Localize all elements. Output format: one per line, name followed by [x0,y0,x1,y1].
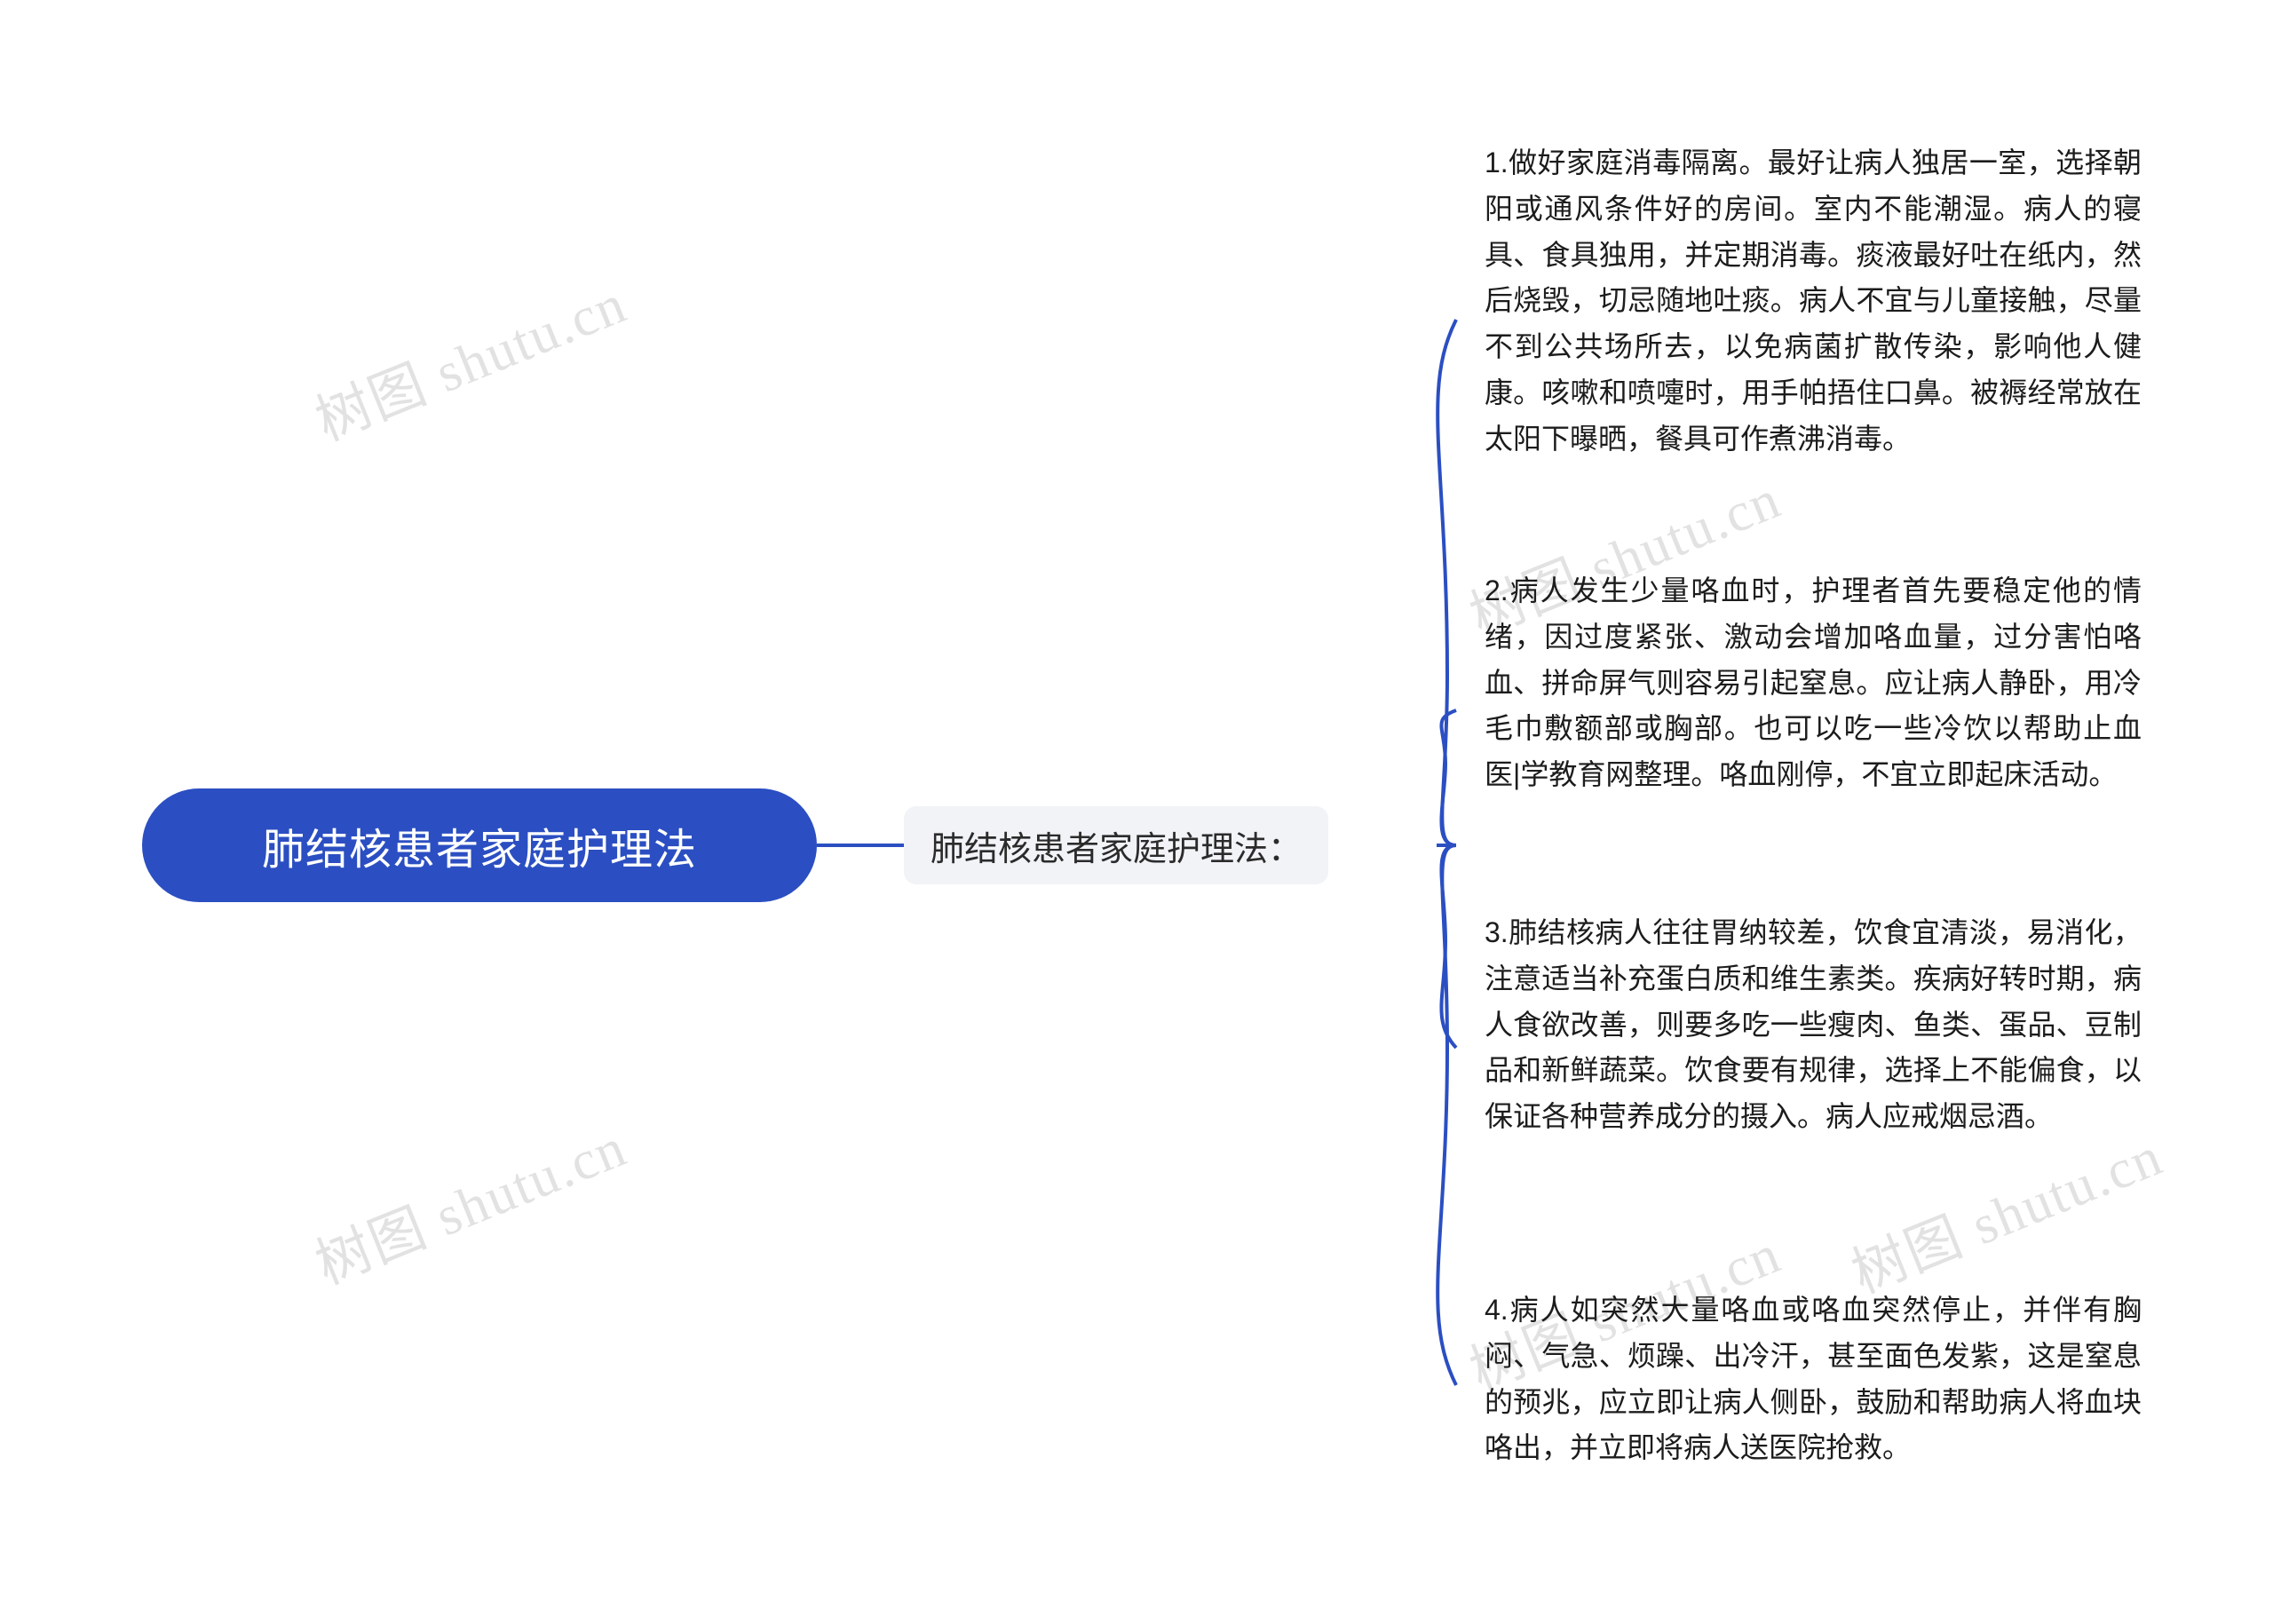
connector-branch-leaf-3 [1439,844,1458,1050]
leaf-node-3[interactable]: 3.肺结核病人往往胃纳较差，饮食宜清淡，易消化，注意适当补充蛋白质和维生素类。疾… [1485,910,2142,1140]
leaf-node-1[interactable]: 1.做好家庭消毒隔离。最好让病人独居一室，选择朝阳或通风条件好的房间。室内不能潮… [1485,140,2142,463]
branch-node-label: 肺结核患者家庭护理法： [931,830,1303,868]
root-node-label: 肺结核患者家庭护理法 [261,827,697,874]
leaf-node-4[interactable]: 4.病人如突然大量咯血或咯血突然停止，并伴有胸闷、气急、烦躁、出冷汗，甚至面色发… [1485,1287,2142,1471]
watermark: 树图 shutu.cn [307,273,636,453]
connector-branch-leaf-1 [1436,319,1458,847]
leaf-node-2[interactable]: 2.病人发生少量咯血时，护理者首先要稳定他的情绪，因过度紧张、激动会增加咯血量，… [1485,568,2142,798]
branch-node[interactable]: 肺结核患者家庭护理法： [904,806,1329,884]
watermark: 树图 shutu.cn [1843,1126,2172,1305]
connector-branch-leaf-2 [1439,709,1457,847]
connector-branch-leaf-4 [1436,844,1458,1386]
root-node[interactable]: 肺结核患者家庭护理法 [142,788,817,902]
watermark: 树图 shutu.cn [307,1117,636,1296]
